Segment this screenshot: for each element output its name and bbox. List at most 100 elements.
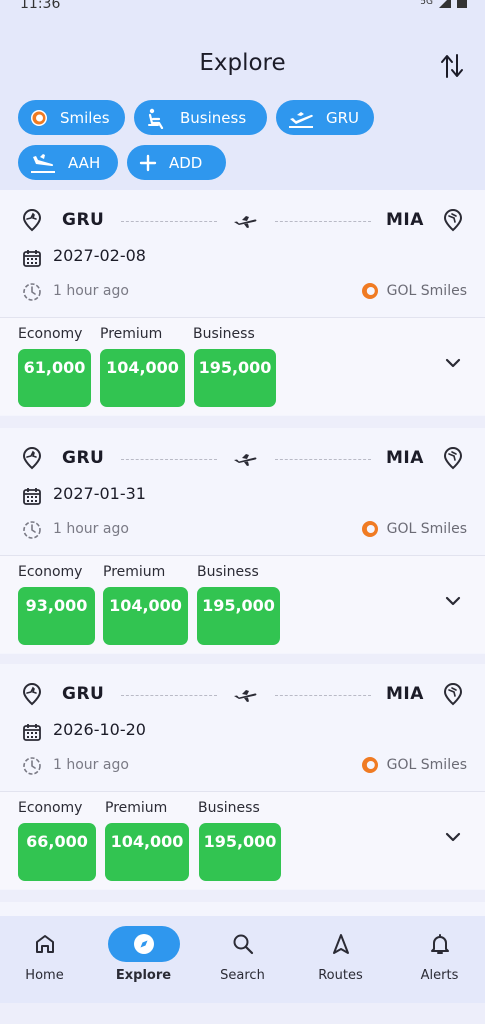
cabin-label: Economy — [18, 326, 83, 342]
nav-label: Routes — [318, 968, 363, 983]
flight-card[interactable]: GRU MIA 2027-01-31 1 hour ago GOL Smiles… — [0, 428, 485, 654]
nav-home[interactable]: Home — [0, 916, 93, 1003]
updated-time: 1 hour ago — [53, 757, 129, 773]
price-tag[interactable]: 195,000 — [194, 349, 276, 407]
route-line — [275, 221, 371, 222]
chevron-down-icon[interactable] — [445, 831, 461, 843]
chevron-down-icon[interactable] — [445, 595, 461, 607]
status-icons: 5G — [420, 0, 467, 8]
nav-label: Alerts — [420, 968, 459, 983]
cabin-label: Business — [193, 326, 255, 342]
cabin-prices: Economy Premium Business 66,000 104,000 … — [0, 791, 485, 889]
destination-code: MIA — [386, 210, 424, 230]
airplane-icon — [234, 690, 257, 702]
calendar-icon — [23, 488, 41, 505]
route-line — [275, 695, 371, 696]
calendar-icon — [23, 250, 41, 267]
price-tag[interactable]: 195,000 — [197, 587, 280, 645]
status-time: 11:36 — [20, 0, 61, 12]
add-filter-button[interactable]: ADD — [127, 145, 226, 180]
origin-code: GRU — [62, 684, 105, 704]
filter-chip-origin[interactable]: GRU — [276, 100, 374, 135]
bottom-nav: Home Explore Search Routes Alerts — [0, 916, 485, 1003]
flight-summary: GRU MIA 2027-01-31 1 hour ago GOL Smiles — [0, 428, 485, 555]
flight-date: 2026-10-20 — [53, 720, 146, 739]
flight-card[interactable]: GRU MIA 2026-10-20 1 hour ago GOL Smiles… — [0, 664, 485, 890]
header: Explore Smiles Business GRU AAH ADD — [0, 22, 485, 190]
route-line — [121, 221, 217, 222]
program-badge: GOL Smiles — [361, 756, 467, 774]
origin-code: GRU — [62, 210, 105, 230]
updated-clock-icon — [23, 757, 41, 775]
filter-chip-destination[interactable]: AAH — [18, 145, 118, 180]
cabin-label: Premium — [103, 564, 166, 580]
flight-date: 2027-01-31 — [53, 484, 146, 503]
nav-explore[interactable]: Explore — [95, 916, 192, 1003]
search-icon — [233, 934, 253, 955]
cabin-label: Premium — [100, 326, 163, 342]
destination-code: MIA — [386, 684, 424, 704]
program-badge: GOL Smiles — [361, 282, 467, 300]
smiles-logo-icon — [31, 109, 47, 126]
price-tag[interactable]: 93,000 — [18, 587, 95, 645]
price-tag[interactable]: 104,000 — [105, 823, 189, 881]
filter-chip-program[interactable]: Smiles — [18, 100, 125, 135]
price-tag[interactable]: 104,000 — [100, 349, 185, 407]
bell-icon — [430, 934, 449, 954]
route-line — [121, 459, 217, 460]
cabin-label: Premium — [105, 800, 168, 816]
navigation-arrow-icon — [332, 934, 349, 954]
destination-pin-icon — [443, 683, 463, 706]
origin-pin-icon — [22, 447, 42, 470]
filter-chip-label: AAH — [68, 153, 101, 172]
system-gesture-bar — [0, 1003, 485, 1024]
sort-icon[interactable] — [439, 52, 465, 80]
plus-icon — [139, 154, 157, 171]
price-tag[interactable]: 61,000 — [18, 349, 91, 407]
nav-alerts[interactable]: Alerts — [391, 916, 485, 1003]
price-tag[interactable]: 66,000 — [18, 823, 96, 881]
nav-search[interactable]: Search — [194, 916, 291, 1003]
cabin-prices: Economy Premium Business 61,000 104,000 … — [0, 317, 485, 415]
origin-pin-icon — [22, 209, 42, 232]
price-tag[interactable]: 104,000 — [103, 587, 188, 645]
program-name: GOL Smiles — [386, 283, 467, 299]
updated-time: 1 hour ago — [53, 283, 129, 299]
home-icon — [35, 935, 54, 953]
page-title: Explore — [199, 50, 286, 76]
program-name: GOL Smiles — [386, 521, 467, 537]
updated-clock-icon — [23, 283, 41, 301]
nav-routes[interactable]: Routes — [292, 916, 389, 1003]
cabin-prices: Economy Premium Business 93,000 104,000 … — [0, 555, 485, 653]
flight-summary: GRU MIA 2027-02-08 1 hour ago GOL Smiles — [0, 190, 485, 317]
price-tag[interactable]: 195,000 — [199, 823, 281, 881]
nav-label: Explore — [115, 968, 172, 983]
origin-pin-icon — [22, 683, 42, 706]
route-line — [121, 695, 217, 696]
chevron-down-icon[interactable] — [445, 357, 461, 369]
program-name: GOL Smiles — [386, 757, 467, 773]
network-label: 5G — [420, 0, 433, 7]
smiles-logo-icon — [361, 757, 378, 773]
filter-chip-cabin[interactable]: Business — [134, 100, 267, 135]
cabin-label: Economy — [18, 800, 83, 816]
flight-card[interactable]: GRU MIA 2027-02-08 1 hour ago GOL Smiles… — [0, 190, 485, 416]
signal-icon — [439, 0, 451, 8]
updated-time: 1 hour ago — [53, 521, 129, 537]
add-filter-label: ADD — [169, 153, 203, 172]
updated-clock-icon — [23, 521, 41, 539]
airplane-icon — [234, 454, 257, 466]
airplane-icon — [234, 216, 257, 228]
nav-label: Home — [25, 968, 64, 983]
cabin-label: Business — [197, 564, 259, 580]
filter-chip-label: GRU — [326, 108, 360, 127]
cabin-label: Business — [198, 800, 260, 816]
destination-pin-icon — [443, 209, 463, 232]
flight-summary: GRU MIA 2026-10-20 1 hour ago GOL Smiles — [0, 664, 485, 791]
smiles-logo-icon — [361, 283, 378, 299]
destination-pin-icon — [443, 447, 463, 470]
origin-code: GRU — [62, 448, 105, 468]
smiles-logo-icon — [361, 521, 378, 537]
program-badge: GOL Smiles — [361, 520, 467, 538]
seat-icon — [148, 108, 164, 129]
